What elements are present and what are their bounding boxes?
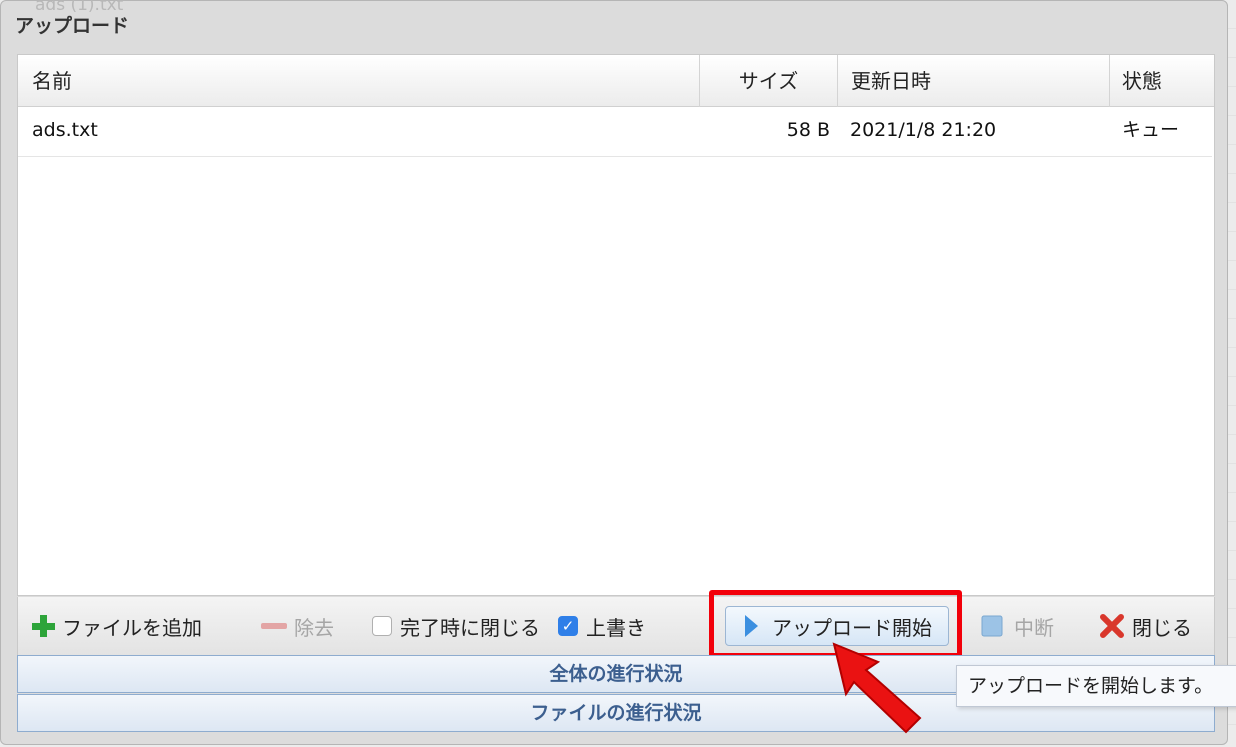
pointer-arrow-icon [832,642,922,734]
start-upload-tooltip: アップロードを開始します。 [956,665,1236,707]
table-row[interactable]: ads.txt 58 B 2021/1/8 21:20 キュー [18,107,1212,157]
close-icon [1100,614,1124,638]
column-header-modified[interactable]: 更新日時 [838,55,1110,107]
overwrite-label: 上書き [586,615,646,640]
close-on-complete-checkbox[interactable]: 完了時に閉じる [372,597,540,655]
plus-icon [32,615,55,637]
file-modified-cell: 2021/1/8 21:20 [850,119,997,141]
overwrite-checkbox[interactable]: ✓ 上書き [558,597,646,655]
close-on-complete-label: 完了時に閉じる [400,615,540,640]
file-list-grid: 名前 サイズ 更新日時 状態 ads.txt 58 B 2021/1/8 21:… [17,54,1215,596]
column-header-name[interactable]: 名前 [18,55,700,107]
column-header-size[interactable]: サイズ [700,55,838,107]
column-header-status[interactable]: 状態 [1110,55,1214,107]
add-file-button[interactable]: ファイルを追加 [30,597,202,655]
checkmark-icon[interactable]: ✓ [558,616,578,636]
grid-header: 名前 サイズ 更新日時 状態 [18,55,1214,107]
remove-label: 除去 [294,615,334,640]
file-name-cell: ads.txt [32,119,98,141]
dialog-title: アップロード [15,15,130,37]
close-label: 閉じる [1132,615,1192,640]
upload-dialog: ads (1).txt アップロード 名前 サイズ 更新日時 状態 ads.tx… [0,0,1228,745]
upload-toolbar: ファイルを追加 除去 完了時に閉じる ✓ 上書き 中断 閉じる [17,597,1215,655]
close-button[interactable]: 閉じる [1098,597,1192,655]
file-status-cell: キュー [1122,119,1180,141]
minus-icon [261,623,287,629]
file-size-cell: 58 B [786,119,830,141]
add-file-label: ファイルを追加 [62,615,202,640]
remove-button[interactable]: 除去 [260,597,334,655]
abort-button[interactable]: 中断 [980,597,1054,655]
checkbox-unchecked-icon[interactable] [372,616,392,636]
abort-label: 中断 [1014,615,1054,640]
stop-icon [981,615,1003,637]
